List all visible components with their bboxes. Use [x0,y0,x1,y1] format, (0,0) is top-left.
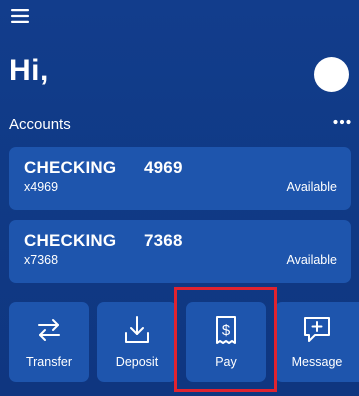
accounts-section-label: Accounts [9,116,71,133]
account-status: Available [286,180,337,194]
bill-dollar-icon: $ [216,316,236,344]
greeting-heading: Hi, [9,54,49,87]
download-tray-icon [125,316,149,343]
account-name: CHECKING [24,158,117,177]
profile-avatar[interactable] [314,57,349,92]
account-status: Available [286,253,337,267]
message-button[interactable]: Message [275,302,359,382]
deposit-label: Deposit [115,355,159,369]
pay-button[interactable]: $ Pay [186,302,266,382]
account-masked-number: x7368 [24,253,59,267]
account-masked-number: x4969 [24,180,59,194]
account-card-checking-4969[interactable]: CHECKING 4969 x4969 Available [9,147,351,210]
transfer-label: Transfer [25,355,73,369]
pay-label: Pay [215,355,237,369]
transfer-button[interactable]: Transfer [9,302,89,382]
account-card-checking-7368[interactable]: CHECKING 7368 x7368 Available [9,220,351,283]
deposit-button[interactable]: Deposit [97,302,177,382]
account-balance: 7368 [144,231,183,250]
more-horizontal-icon[interactable] [333,118,351,126]
svg-text:$: $ [222,322,231,339]
transfer-arrows-icon [38,319,60,341]
account-name: CHECKING [24,231,117,250]
hamburger-menu-icon[interactable] [11,9,29,23]
message-label: Message [291,355,343,369]
chat-plus-icon [304,317,330,342]
account-balance: 4969 [144,158,183,177]
